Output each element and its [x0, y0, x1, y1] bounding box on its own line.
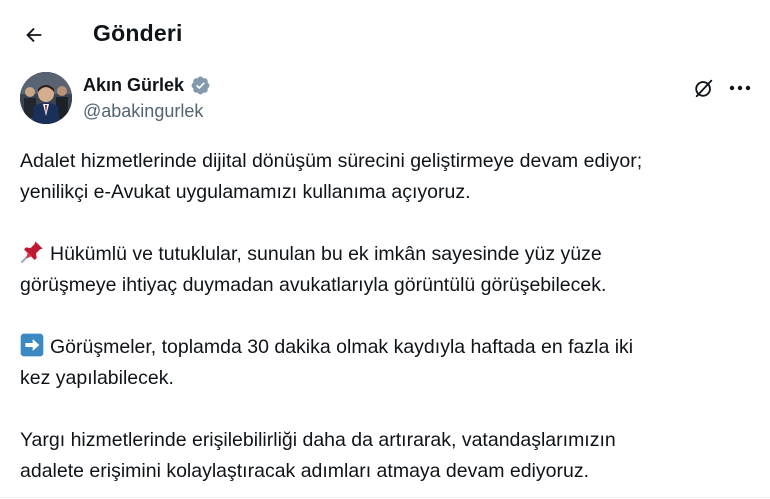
tweet-line-text: Hükümlü ve tutuklular, sunulan bu ek imk… — [50, 243, 602, 265]
tweet-line: kez yapılabilecek. — [20, 367, 174, 389]
verified-badge-icon — [191, 76, 210, 95]
tweet-line: adalete erişimini kolaylaştıracak adımla… — [20, 460, 589, 482]
tweet-line: Yargı hizmetlerinde erişilebilirliği dah… — [20, 429, 616, 451]
page-header: Gönderi — [0, 0, 770, 70]
arrow-left-icon — [26, 27, 42, 43]
tweet-line-text: Görüşmeler, toplamda 30 dakika olmak kay… — [50, 336, 634, 358]
avatar[interactable] — [20, 72, 72, 124]
author-name[interactable]: Akın Gürlek — [83, 75, 184, 96]
grok-icon — [695, 79, 713, 98]
right-arrow-emoji-icon — [20, 333, 44, 357]
tweet-line: görüşmeye ihtiyaç duymadan avukatlarıyla… — [20, 274, 607, 296]
divider — [0, 497, 770, 498]
tweet-line: Görüşmeler, toplamda 30 dakika olmak kay… — [20, 332, 760, 363]
tweet-text: Adalet hizmetlerinde dijital dönüşüm sür… — [20, 146, 760, 487]
author-name-row[interactable]: Akın Gürlek — [83, 75, 211, 96]
page-title: Gönderi — [93, 20, 183, 46]
back-button[interactable] — [16, 17, 52, 53]
tweet-line: Hükümlü ve tutuklular, sunulan bu ek imk… — [20, 239, 760, 270]
grok-button[interactable] — [690, 74, 718, 102]
tweet-line: Adalet hizmetlerinde dijital dönüşüm sür… — [20, 150, 643, 172]
more-options-button[interactable] — [724, 74, 756, 102]
more-dots-icon — [729, 85, 751, 91]
profile-photo — [20, 72, 72, 124]
tweet-line: yenilikçi e-Avukat uygulamamızı kullanım… — [20, 181, 471, 203]
author-handle[interactable]: @abakingurlek — [83, 101, 203, 122]
post-page: Gönderi Akın Gürlek @abakingurlek Adalet… — [0, 0, 770, 499]
pushpin-emoji-icon — [21, 241, 43, 263]
